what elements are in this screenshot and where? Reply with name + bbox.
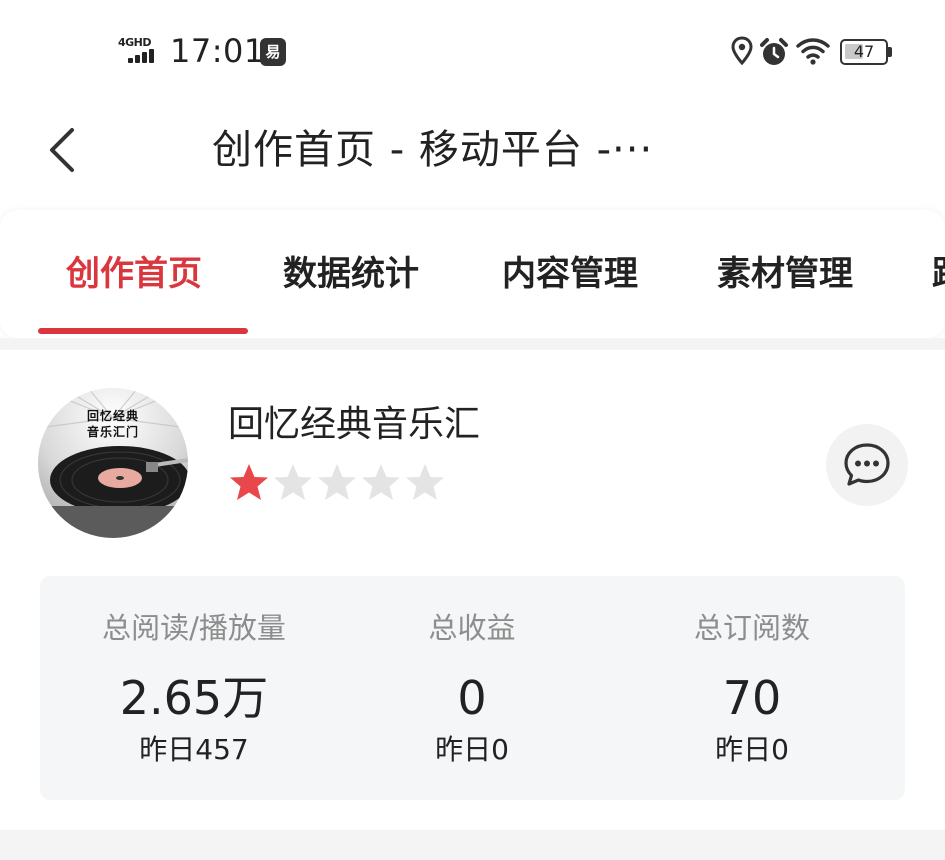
battery-cap [888, 47, 892, 57]
tab-material-management[interactable]: 素材管理 [717, 246, 853, 302]
stat-value: 2.65万 [119, 671, 269, 725]
star-icon-empty [406, 464, 444, 500]
avatar-caption: 回忆经典 音乐汇门 [86, 409, 139, 439]
status-time: 17:01 [170, 32, 265, 70]
battery-icon: 47 [840, 39, 892, 65]
active-tab-indicator [38, 328, 248, 334]
stat-label: 总阅读/播放量 [102, 611, 286, 645]
app-notification-icon: 易 [260, 38, 286, 66]
stat-total-earnings[interactable]: 总收益 0 昨日0 [328, 576, 616, 800]
avatar[interactable]: 回忆经典 音乐汇门 [38, 388, 188, 538]
stat-yesterday: 昨日0 [435, 733, 509, 766]
network-type: 4GHD [118, 36, 152, 49]
tab-overflow[interactable]: 跟 [932, 246, 945, 302]
status-bar: 4GHD 17:01 易 47 [0, 0, 945, 100]
back-button[interactable] [36, 118, 96, 182]
wifi-icon [796, 38, 830, 65]
signal-icon [128, 49, 160, 63]
stats-card: 总阅读/播放量 2.65万 昨日457 总收益 0 昨日0 总订阅数 70 昨日… [40, 576, 905, 800]
alarm-icon [760, 38, 788, 65]
channel-name: 回忆经典音乐汇 [228, 404, 481, 445]
stat-value: 0 [457, 671, 487, 725]
section-divider [0, 830, 945, 860]
section-divider [0, 338, 945, 350]
star-icon-empty [274, 464, 312, 500]
location-icon [731, 36, 753, 66]
stat-total-subscribers[interactable]: 总订阅数 70 昨日0 [608, 576, 896, 800]
chevron-left-icon [50, 128, 74, 172]
tab-creation-home[interactable]: 创作首页 [66, 246, 202, 302]
battery-level: 47 [853, 42, 875, 61]
star-icon-empty [362, 464, 400, 500]
tab-data-statistics[interactable]: 数据统计 [283, 246, 419, 302]
stat-label: 总收益 [428, 611, 516, 645]
page-title: 创作首页 - 移动平台 -··· [212, 127, 654, 173]
stat-value: 70 [722, 671, 782, 725]
star-rating [228, 462, 448, 508]
star-icon-filled [230, 464, 268, 500]
stat-total-reads[interactable]: 总阅读/播放量 2.65万 昨日457 [50, 576, 338, 800]
star-icon-empty [318, 464, 356, 500]
tab-bar: 创作首页 数据统计 内容管理 素材管理 跟 [0, 210, 945, 338]
stat-label: 总订阅数 [693, 611, 810, 645]
message-button[interactable] [826, 424, 908, 506]
stat-yesterday: 昨日0 [715, 733, 789, 766]
stat-yesterday: 昨日457 [139, 733, 249, 766]
tab-content-management[interactable]: 内容管理 [502, 246, 638, 302]
chat-bubble-icon [844, 443, 890, 486]
